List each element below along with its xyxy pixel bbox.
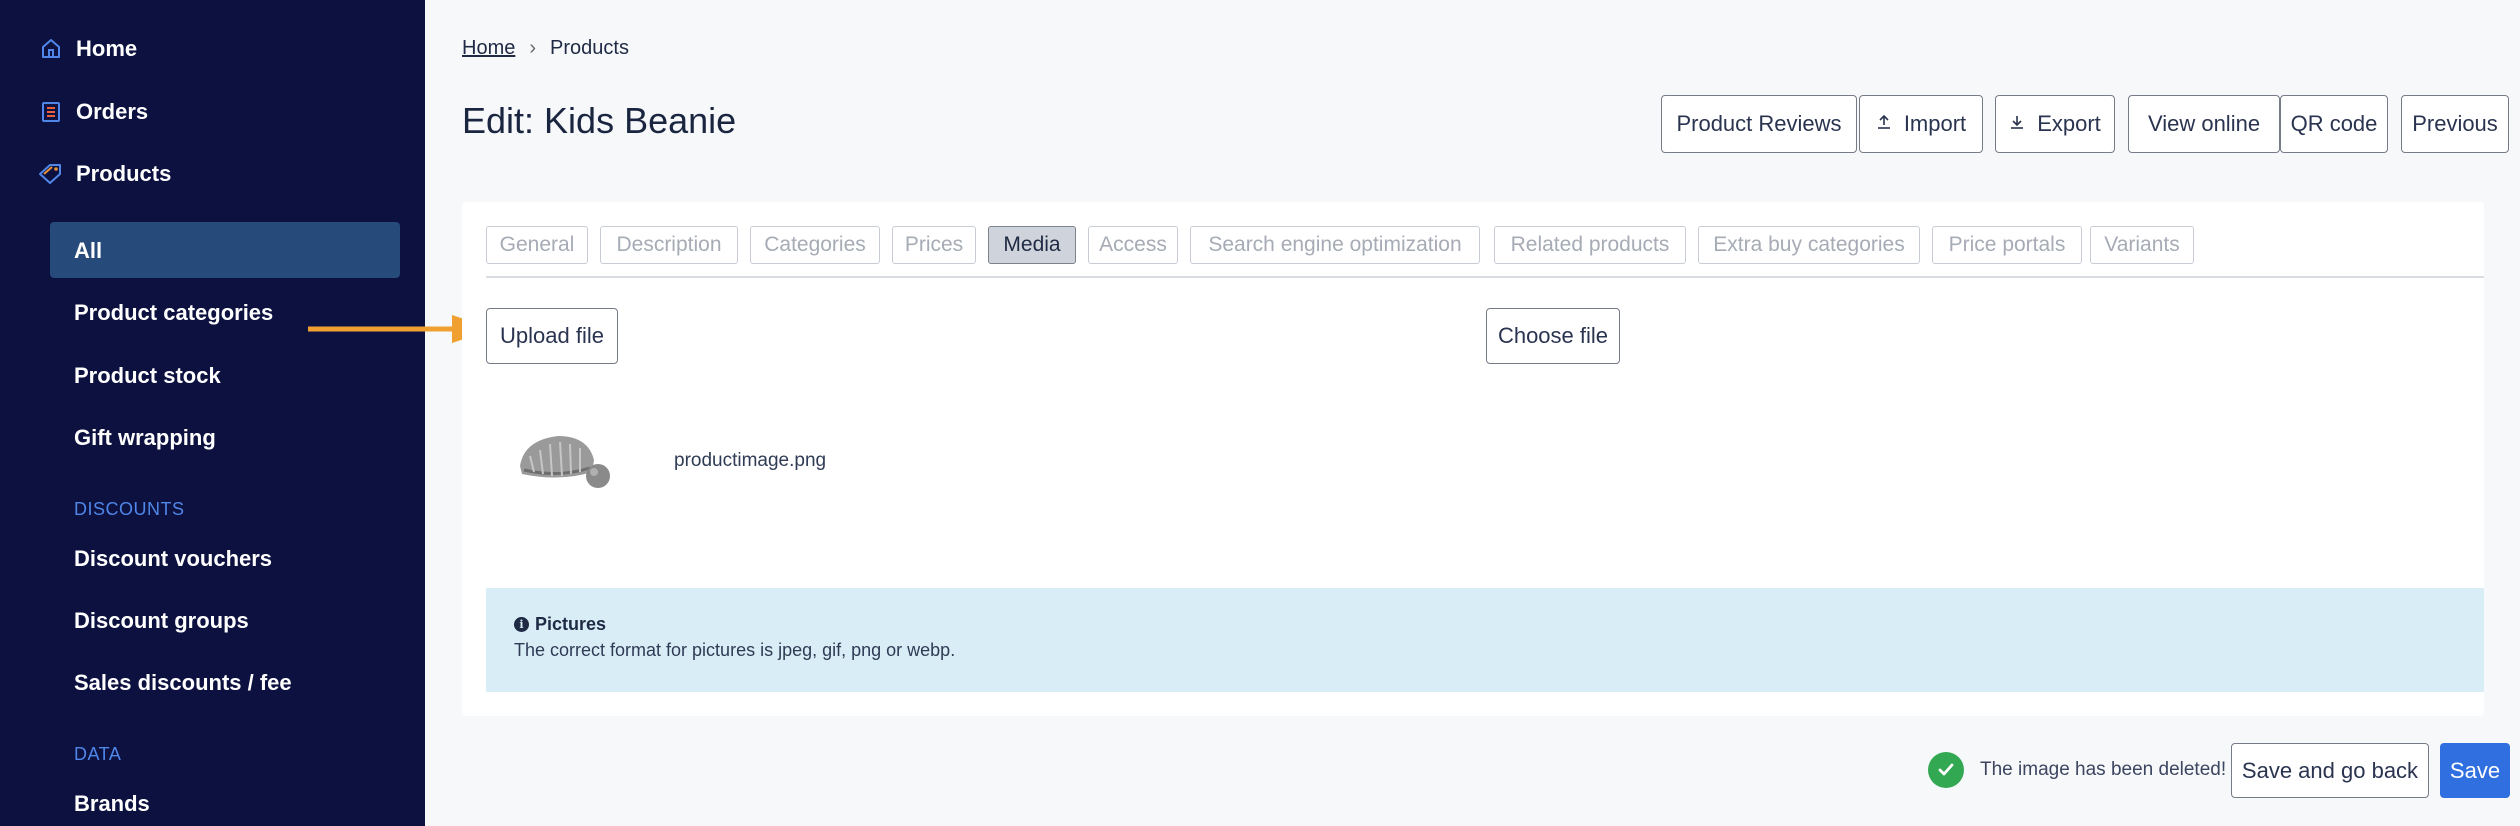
- tab-variants[interactable]: Variants: [2090, 226, 2194, 264]
- previous-button[interactable]: Previous: [2401, 95, 2509, 153]
- tab-prices[interactable]: Prices: [892, 226, 976, 264]
- download-icon: [2009, 114, 2025, 135]
- save-and-go-back-label: Save and go back: [2241, 757, 2419, 783]
- breadcrumb-home[interactable]: Home: [462, 37, 515, 60]
- view-online-button[interactable]: View online: [2128, 95, 2280, 153]
- page-title: Edit: Kids Beanie: [462, 100, 737, 141]
- info-title: i Pictures: [514, 614, 606, 635]
- sidebar-item-all[interactable]: All: [50, 222, 400, 278]
- choose-file-button[interactable]: Choose file: [1486, 308, 1620, 364]
- save-button[interactable]: Save: [2440, 743, 2510, 798]
- sidebar-item-product-stock[interactable]: Product stock: [74, 363, 221, 389]
- home-icon: [38, 36, 64, 62]
- import-button[interactable]: Import: [1859, 95, 1983, 153]
- qr-code-button[interactable]: QR code: [2280, 95, 2388, 153]
- tab-seo[interactable]: Search engine optimization: [1190, 226, 1480, 264]
- sidebar-item-gift-wrapping[interactable]: Gift wrapping: [74, 425, 216, 451]
- section-data: DATA: [74, 744, 122, 764]
- nav-home[interactable]: Home: [38, 36, 137, 62]
- sidebar: Home Orders Products All Product categor…: [0, 0, 425, 826]
- tab-price-portals[interactable]: Price portals: [1932, 226, 2082, 264]
- export-button[interactable]: Export: [1995, 95, 2115, 153]
- export-label: Export: [2037, 111, 2101, 136]
- tag-icon: [38, 161, 64, 187]
- qr-code-label: QR code: [2290, 111, 2378, 136]
- check-circle-icon: [1928, 752, 1964, 788]
- orders-icon: [38, 99, 64, 125]
- nav-products[interactable]: Products: [38, 161, 171, 187]
- tab-access[interactable]: Access: [1088, 226, 1178, 264]
- upload-file-label: Upload file: [500, 323, 604, 348]
- sidebar-item-brands[interactable]: Brands: [74, 791, 150, 817]
- upload-file-button[interactable]: Upload file: [486, 308, 618, 364]
- product-reviews-label: Product Reviews: [1676, 111, 1842, 136]
- tab-divider: [486, 276, 2484, 278]
- sidebar-item-product-categories[interactable]: Product categories: [74, 300, 273, 326]
- info-title-text: Pictures: [535, 614, 607, 634]
- breadcrumb: Home › Products: [462, 37, 629, 60]
- section-discounts: DISCOUNTS: [74, 499, 185, 519]
- sidebar-item-discount-vouchers[interactable]: Discount vouchers: [74, 546, 272, 572]
- product-reviews-button[interactable]: Product Reviews: [1661, 95, 1857, 153]
- view-online-label: View online: [2147, 111, 2261, 136]
- choose-file-label: Choose file: [1497, 323, 1609, 348]
- tab-extra-buy-categories[interactable]: Extra buy categories: [1698, 226, 1920, 264]
- nav-products-label: Products: [76, 161, 172, 186]
- info-alert: i Pictures The correct format for pictur…: [486, 588, 2484, 692]
- nav-home-label: Home: [76, 36, 138, 61]
- toast-text: The image has been deleted!: [1980, 759, 2227, 780]
- tab-general[interactable]: General: [486, 226, 588, 264]
- sidebar-item-sales-discounts[interactable]: Sales discounts / fee: [74, 670, 292, 696]
- beanie-thumbnail[interactable]: [510, 426, 620, 498]
- file-name[interactable]: productimage.png: [674, 450, 826, 472]
- tab-media[interactable]: Media: [988, 226, 1076, 264]
- tab-related-products[interactable]: Related products: [1494, 226, 1686, 264]
- info-text: The correct format for pictures is jpeg,…: [514, 640, 956, 660]
- status-toast: The image has been deleted!: [1928, 752, 2226, 788]
- chevron-right-icon: ›: [529, 37, 537, 59]
- nav-orders-label: Orders: [76, 99, 149, 124]
- sidebar-item-discount-groups[interactable]: Discount groups: [74, 608, 249, 634]
- sidebar-item-all-label: All: [74, 238, 103, 263]
- info-icon: i: [514, 617, 529, 632]
- nav-orders[interactable]: Orders: [38, 99, 148, 125]
- tab-categories[interactable]: Categories: [750, 226, 880, 264]
- save-label: Save: [2449, 757, 2501, 783]
- previous-label: Previous: [2412, 111, 2498, 136]
- save-and-go-back-button[interactable]: Save and go back: [2231, 743, 2429, 798]
- tab-description[interactable]: Description: [600, 226, 738, 264]
- upload-icon: [1876, 114, 1892, 135]
- breadcrumb-current: Products: [550, 37, 629, 59]
- edit-card: General Description Categories Prices Me…: [462, 202, 2484, 716]
- import-label: Import: [1903, 111, 1967, 136]
